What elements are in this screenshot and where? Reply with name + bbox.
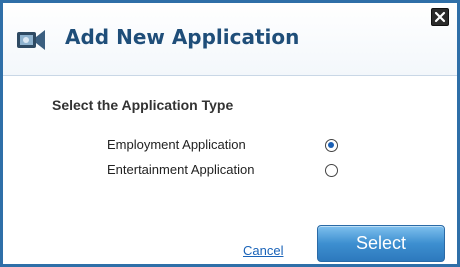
close-button[interactable] [431, 8, 449, 26]
dialog-title: Add New Application [65, 25, 300, 49]
close-icon [434, 11, 446, 23]
app-icon [17, 30, 45, 50]
select-button[interactable]: Select [317, 225, 445, 262]
add-application-dialog: Add New Application Select the Applicati… [0, 0, 460, 267]
option-label-entertainment: Entertainment Application [107, 162, 255, 177]
radio-selected-dot [328, 142, 334, 148]
application-type-prompt: Select the Application Type [52, 97, 234, 113]
radio-employment[interactable] [325, 139, 338, 152]
cancel-link[interactable]: Cancel [243, 243, 283, 258]
radio-entertainment[interactable] [325, 164, 338, 177]
dialog-titlebar: Add New Application [3, 3, 457, 76]
option-label-employment: Employment Application [107, 137, 246, 152]
